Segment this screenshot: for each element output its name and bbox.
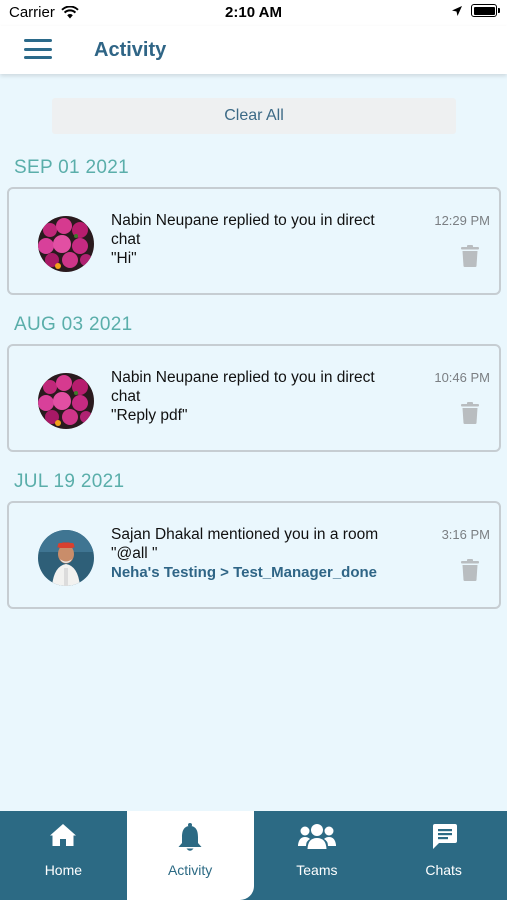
activity-text: Nabin Neupane replied to you in direct [111,369,375,386]
home-icon [50,824,77,846]
status-time: 2:10 AM [225,4,282,21]
tab-label: Activity [167,862,213,878]
activity-card[interactable]: Sajan Dhakal mentioned you in a room "@a… [7,501,501,609]
tab-label: Teams [296,862,338,878]
hamburger-menu-icon[interactable] [24,39,52,61]
tab-label: Chats [425,862,462,878]
status-bar: Carrier 2:10 AM [0,0,507,26]
page-title: Activity [94,39,167,61]
activity-time: 10:46 PM [434,370,490,385]
date-header: AUG 03 2021 [14,314,133,335]
activity-text-cont: chat [111,231,141,248]
activity-quote: "@all " [111,545,158,562]
location-arrow-icon [452,5,462,16]
date-header: SEP 01 2021 [14,157,129,178]
status-right [451,4,500,17]
tab-label: Home [44,862,83,878]
bell-icon [178,823,202,851]
activity-time: 3:16 PM [441,527,490,542]
room-link[interactable]: Neha's Testing > Test_Manager_done [111,563,421,582]
date-header: JUL 19 2021 [14,471,125,492]
tab-teams[interactable]: Teams [254,811,381,900]
trash-icon[interactable] [461,402,479,424]
activity-message: Sajan Dhakal mentioned you in a room "@a… [111,525,421,582]
avatar [38,216,94,272]
activity-text: Sajan Dhakal mentioned you in a room [111,526,379,543]
activity-text-cont: chat [111,388,141,405]
activity-text: Nabin Neupane replied to you in direct [111,212,375,229]
tab-chats[interactable]: Chats [380,811,507,900]
activity-message: Nabin Neupane replied to you in direct c… [111,211,421,268]
avatar [38,530,94,586]
activity-card[interactable]: Nabin Neupane replied to you in direct c… [7,344,501,452]
tab-home[interactable]: Home [0,811,127,900]
bottom-tab-bar: Home Activity Teams Chats [0,811,507,900]
chat-icon [432,824,457,849]
avatar [38,373,94,429]
activity-quote: "Reply pdf" [111,407,188,424]
clear-all-button[interactable]: Clear All [52,98,456,134]
battery-icon [471,4,500,17]
users-icon [297,824,336,849]
activity-quote: "Hi" [111,250,137,267]
activity-card[interactable]: Nabin Neupane replied to you in direct c… [7,187,501,295]
activity-message: Nabin Neupane replied to you in direct c… [111,368,421,425]
app-header: Activity [0,26,507,74]
trash-icon[interactable] [461,559,479,581]
activity-time: 12:29 PM [434,213,490,228]
tab-activity[interactable]: Activity [126,811,254,900]
trash-icon[interactable] [461,245,479,267]
